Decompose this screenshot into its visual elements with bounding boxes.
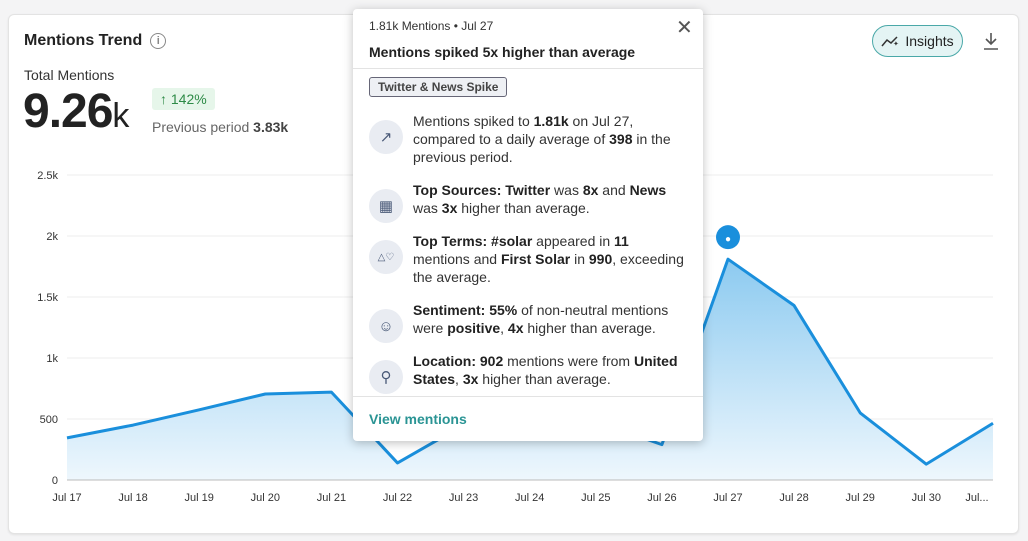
view-mentions-link[interactable]: View mentions — [369, 411, 467, 427]
x-tick-label: Jul 23 — [449, 492, 478, 504]
x-tick-label: Jul 29 — [846, 492, 875, 504]
y-tick-label: 1.5k — [37, 292, 58, 304]
x-tick-label: Jul 26 — [647, 492, 676, 504]
trend-up-icon: ↗ — [369, 120, 403, 154]
divider — [353, 68, 703, 69]
x-tick-label: Jul 24 — [515, 492, 544, 504]
insight-text: Location: 902 mentions were from United … — [413, 353, 678, 387]
x-tick-label: Jul... — [965, 492, 988, 504]
y-tick-label: 0 — [52, 475, 58, 487]
divider — [353, 396, 703, 397]
building-icon: ▦ — [369, 189, 403, 223]
x-tick-label: Jul 28 — [779, 492, 808, 504]
shapes-icon: △♡ — [369, 240, 403, 274]
x-tick-label: Jul 22 — [383, 492, 412, 504]
x-tick-label: Jul 18 — [118, 492, 147, 504]
y-tick-label: 500 — [40, 414, 58, 426]
y-tick-label: 2.5k — [37, 170, 58, 182]
spike-tag: Twitter & News Spike — [369, 77, 508, 97]
location-pin-icon: ⚲ — [369, 360, 403, 394]
y-tick-label: 1k — [46, 353, 58, 365]
tooltip-title: Mentions spiked 5x higher than average — [369, 44, 636, 60]
insight-item: △♡ Top Terms: #solar appeared in 11 menti… — [369, 232, 689, 286]
x-tick-label: Jul 25 — [581, 492, 610, 504]
insight-text: Sentiment: 55% of non-neutral mentions w… — [413, 302, 669, 336]
x-tick-label: Jul 17 — [52, 492, 81, 504]
x-tick-label: Jul 30 — [912, 492, 941, 504]
close-icon[interactable]: ✕ — [676, 15, 693, 40]
insight-item: ↗ Mentions spiked to 1.81k on Jul 27, com… — [369, 112, 689, 166]
lightbulb-icon: ● — [725, 234, 731, 245]
x-tick-label: Jul 21 — [317, 492, 346, 504]
insight-text: Top Sources: Twitter was 8x and News was… — [413, 182, 667, 216]
insight-item: ▦ Top Sources: Twitter was 8x and News wa… — [369, 181, 689, 223]
spike-tooltip: 1.81k Mentions • Jul 27 Mentions spiked … — [353, 9, 703, 441]
insight-text: Top Terms: #solar appeared in 11 mention… — [413, 233, 684, 285]
x-tick-label: Jul 20 — [251, 492, 280, 504]
x-tick-label: Jul 27 — [713, 492, 742, 504]
insight-text: Mentions spiked to 1.81k on Jul 27, comp… — [413, 113, 671, 165]
x-tick-label: Jul 19 — [185, 492, 214, 504]
insight-item: ⚲ Location: 902 mentions were from United… — [369, 352, 689, 394]
smile-icon: ☺ — [369, 309, 403, 343]
insight-item: ☺ Sentiment: 55% of non-neutral mentions … — [369, 301, 689, 343]
tooltip-header: 1.81k Mentions • Jul 27 — [369, 19, 494, 33]
y-tick-label: 2k — [46, 231, 58, 243]
